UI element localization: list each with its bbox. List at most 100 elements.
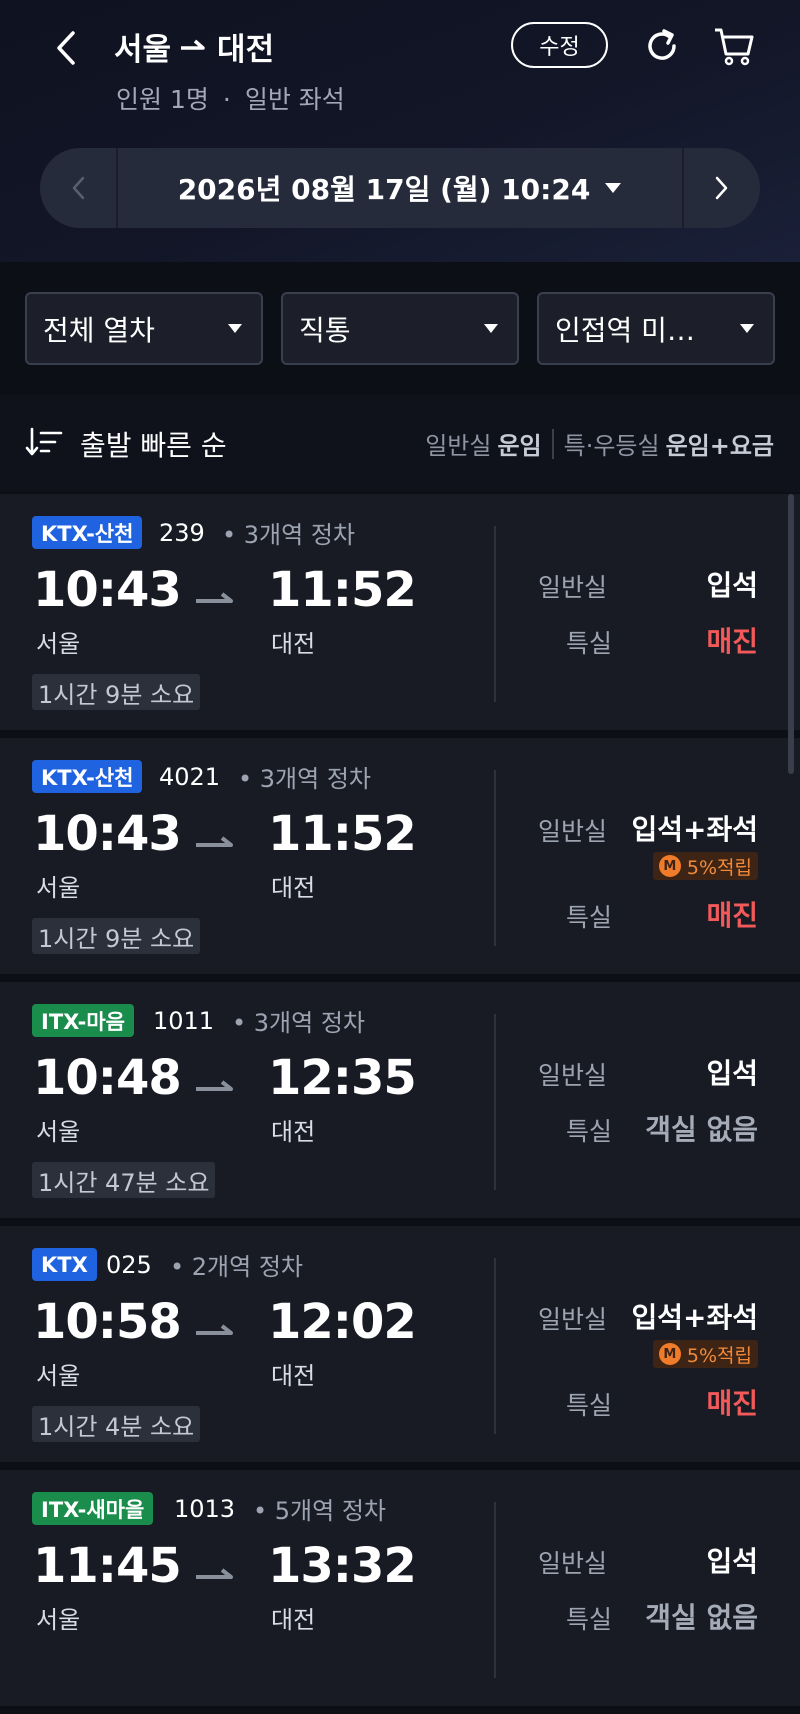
divider: [494, 526, 496, 702]
departure-time: 11:45: [33, 1538, 182, 1594]
stop-count: • 5개역 정차: [253, 1497, 387, 1525]
destination-station: 대전: [217, 31, 275, 68]
train-number: 1013: [174, 1494, 236, 1523]
arrival-station: 대전: [271, 1118, 316, 1146]
arrival-station: 대전: [271, 1606, 316, 1634]
train-type-filter[interactable]: 전체 열차: [25, 292, 263, 365]
general-seat-status[interactable]: 입석: [706, 564, 758, 604]
route-title: 서울 대전: [114, 24, 274, 68]
general-seat-label: 일반실: [538, 817, 608, 846]
special-fare-label: 특·우등실: [563, 432, 660, 460]
passenger-count: 인원 1명: [116, 85, 209, 114]
scrollbar[interactable]: [788, 494, 794, 1631]
train-card[interactable]: ITX-마음 1011 • 3개역 정차 10:48 12:35 서울 대전 1…: [0, 982, 800, 1226]
caret-down-icon: [740, 324, 754, 333]
filter-bar: 전체 열차 직통 인접역 미…: [25, 292, 775, 365]
arrow-right-icon: [196, 1080, 233, 1091]
special-seat-label: 특실: [566, 1117, 613, 1146]
special-seat-status[interactable]: 매진: [706, 620, 758, 660]
train-type-badge: KTX-산천: [32, 760, 143, 793]
next-date-button[interactable]: [684, 148, 760, 228]
general-seat-label: 일반실: [538, 1305, 608, 1334]
special-seat-status[interactable]: 매진: [706, 1382, 758, 1422]
caret-down-icon: [228, 324, 242, 333]
train-type-badge: KTX-산천: [32, 516, 143, 549]
general-seat-label: 일반실: [538, 1061, 608, 1090]
reward-badge: M 5%적립: [652, 1340, 758, 1368]
travel-duration: 1시간 9분 소요: [32, 674, 201, 710]
train-number: 4021: [159, 762, 221, 791]
special-seat-label: 특실: [566, 1391, 613, 1420]
filter-label: 전체 열차: [43, 313, 155, 347]
sort-order-button[interactable]: 출발 빠른 순: [80, 395, 227, 492]
general-seat-status[interactable]: 입석: [706, 1540, 758, 1580]
departure-station: 서울: [36, 1118, 81, 1146]
general-seat-status[interactable]: 입석: [706, 1052, 758, 1092]
travel-duration: 1시간 47분 소요: [32, 1162, 216, 1198]
divider: [494, 1258, 496, 1434]
general-seat-status[interactable]: 입석+좌석: [631, 808, 758, 848]
cart-button[interactable]: [710, 22, 758, 70]
arrival-station: 대전: [271, 1362, 316, 1390]
train-card[interactable]: KTX 025 • 2개역 정차 10:58 12:02 서울 대전 1시간 4…: [0, 1226, 800, 1470]
filter-label: 인접역 미…: [555, 313, 695, 347]
filter-label: 직통: [299, 313, 351, 347]
chevron-left-icon: [57, 31, 75, 65]
mileage-icon: M: [658, 855, 681, 877]
general-seat-status[interactable]: 입석+좌석: [631, 1296, 758, 1336]
back-button[interactable]: [48, 26, 84, 70]
previous-date-button[interactable]: [40, 148, 116, 228]
edit-button[interactable]: 수정: [511, 22, 608, 68]
trip-info: 인원 1명 · 일반 좌석: [116, 80, 345, 116]
refresh-icon: [648, 29, 676, 60]
arrival-time: 13:32: [268, 1538, 417, 1594]
refresh-button[interactable]: [640, 24, 684, 68]
stop-count: • 3개역 정차: [238, 765, 372, 793]
arrow-right-icon: [179, 36, 209, 56]
train-list: KTX-산천 239 • 3개역 정차 10:43 11:52 서울 대전 1시…: [0, 494, 800, 1714]
reward-badge: M 5%적립: [652, 852, 758, 880]
train-type-badge: ITX-새마을: [32, 1492, 154, 1525]
caret-down-icon: [484, 324, 498, 333]
seat-class: 일반 좌석: [244, 85, 345, 114]
train-card[interactable]: KTX-산천 4021 • 3개역 정차 10:43 11:52 서울 대전 1…: [0, 738, 800, 982]
general-seat-label: 일반실: [538, 1549, 608, 1578]
reward-text: 5%적립: [686, 1344, 752, 1367]
mileage-icon: M: [658, 1343, 681, 1365]
train-number: 239: [159, 518, 205, 547]
divider: [551, 428, 554, 459]
travel-duration: 1시간 4분 소요: [32, 1406, 201, 1442]
date-selector: 2026년 08월 17일 (월) 10:24: [40, 148, 760, 228]
general-seat-label: 일반실: [538, 573, 608, 602]
sort-bar: 출발 빠른 순 일반실 운임 특·우등실 운임+요금: [0, 395, 800, 492]
departure-time: 10:48: [33, 1050, 182, 1106]
arrival-station: 대전: [271, 630, 316, 658]
date-dropdown[interactable]: 2026년 08월 17일 (월) 10:24: [118, 148, 682, 228]
sort-icon[interactable]: [25, 425, 65, 459]
train-type-badge: KTX: [32, 1248, 97, 1281]
departure-time: 10:58: [33, 1294, 182, 1350]
general-fare-label: 일반실: [425, 432, 492, 460]
separator: ·: [222, 85, 231, 114]
nearby-station-filter[interactable]: 인접역 미…: [537, 292, 775, 365]
selected-date: 2026년 08월 17일 (월) 10:24: [177, 173, 591, 206]
stop-count: • 3개역 정차: [222, 521, 356, 549]
origin-station: 서울: [114, 31, 172, 68]
chevron-right-icon: [715, 176, 728, 200]
train-card[interactable]: KTX-산천 239 • 3개역 정차 10:43 11:52 서울 대전 1시…: [0, 494, 800, 738]
stop-count: • 3개역 정차: [232, 1009, 366, 1037]
departure-station: 서울: [36, 1606, 81, 1634]
train-card[interactable]: ITX-새마을 1013 • 5개역 정차 11:45 13:32 서울 대전 …: [0, 1470, 800, 1714]
cart-icon: [715, 28, 754, 66]
special-seat-status: 객실 없음: [645, 1601, 758, 1634]
arrival-time: 11:52: [268, 562, 417, 618]
special-seat-status[interactable]: 매진: [706, 894, 758, 934]
reward-text: 5%적립: [686, 856, 752, 879]
arrival-time: 12:35: [268, 1050, 417, 1106]
scrollbar-thumb[interactable]: [788, 494, 794, 774]
general-fare-bold: 운임: [497, 432, 542, 460]
special-seat-status: 객실 없음: [645, 1113, 758, 1146]
direct-filter[interactable]: 직통: [281, 292, 519, 365]
departure-station: 서울: [36, 1362, 81, 1390]
arrival-time: 12:02: [268, 1294, 417, 1350]
